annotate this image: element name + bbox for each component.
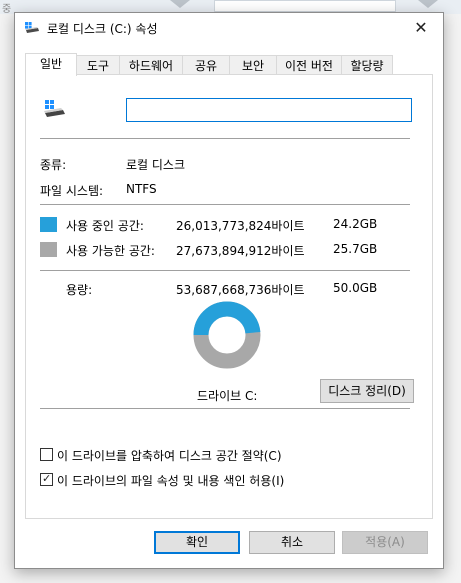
- close-button[interactable]: ✕: [399, 13, 443, 43]
- tab-security[interactable]: 보안: [229, 55, 277, 75]
- title-bar[interactable]: 로컬 디스크 (C:) 속성 ✕: [15, 13, 443, 43]
- tab-strip: 일반 도구 하드웨어 공유 보안 이전 버전 할당량: [25, 53, 433, 76]
- used-space-swatch: [40, 217, 57, 232]
- disk-cleanup-button[interactable]: 디스크 정리(D): [320, 379, 414, 403]
- free-space-label: 사용 가능한 공간:: [66, 244, 155, 258]
- used-space-bytes: 26,013,773,824바이트: [176, 219, 305, 233]
- background-peek-text: 중: [2, 4, 12, 15]
- file-system-value: NTFS: [126, 182, 157, 196]
- drive-icon: [44, 100, 65, 117]
- background-tile: [214, 0, 396, 12]
- compress-checkbox[interactable]: [40, 448, 53, 461]
- drive-label: 드라이브 C:: [197, 389, 258, 403]
- used-space-label: 사용 중인 공간:: [66, 219, 144, 233]
- checkmark-icon: ✓: [42, 472, 52, 485]
- tab-sharing[interactable]: 공유: [182, 55, 230, 75]
- tab-hardware[interactable]: 하드웨어: [119, 55, 183, 75]
- disk-usage-donut: [193, 301, 261, 369]
- separator: [40, 270, 410, 271]
- cancel-button[interactable]: 취소: [249, 531, 335, 554]
- separator: [40, 408, 410, 409]
- separator: [40, 138, 410, 139]
- tab-previous-versions[interactable]: 이전 버전: [276, 55, 342, 75]
- properties-dialog: 로컬 디스크 (C:) 속성 ✕ 일반 도구 하드웨어 공유 보안 이전 버전 …: [14, 12, 444, 569]
- tab-quota[interactable]: 할당량: [341, 55, 393, 75]
- ok-button[interactable]: 확인: [154, 531, 240, 554]
- drive-icon: [25, 22, 39, 33]
- window-title: 로컬 디스크 (C:) 속성: [47, 22, 158, 36]
- capacity-bytes: 53,687,668,736바이트: [176, 283, 305, 297]
- capacity-label: 용량:: [66, 283, 93, 297]
- free-space-bytes: 27,673,894,912바이트: [176, 244, 305, 258]
- free-space-swatch: [40, 242, 57, 257]
- type-label: 종류:: [40, 158, 67, 172]
- used-space-size: 24.2GB: [333, 217, 378, 231]
- compress-checkbox-label[interactable]: 이 드라이브를 압축하여 디스크 공간 절약(C): [57, 447, 282, 464]
- general-tab-panel: 종류: 로컬 디스크 파일 시스템: NTFS 사용 중인 공간: 26,013…: [25, 74, 433, 519]
- free-space-size: 25.7GB: [333, 242, 378, 256]
- type-value: 로컬 디스크: [126, 158, 186, 172]
- background-wedge: [418, 0, 438, 8]
- apply-button[interactable]: 적용(A): [342, 531, 428, 554]
- tab-general[interactable]: 일반: [25, 53, 77, 76]
- tab-tools[interactable]: 도구: [76, 55, 120, 75]
- file-system-label: 파일 시스템:: [40, 184, 104, 198]
- index-checkbox-label[interactable]: 이 드라이브의 파일 속성 및 내용 색인 허용(I): [57, 472, 284, 489]
- background-wedge: [170, 0, 190, 8]
- drive-name-input[interactable]: [126, 98, 412, 122]
- capacity-size: 50.0GB: [333, 281, 378, 295]
- separator: [40, 204, 410, 205]
- index-checkbox[interactable]: ✓: [40, 472, 53, 486]
- close-icon: ✕: [414, 18, 428, 37]
